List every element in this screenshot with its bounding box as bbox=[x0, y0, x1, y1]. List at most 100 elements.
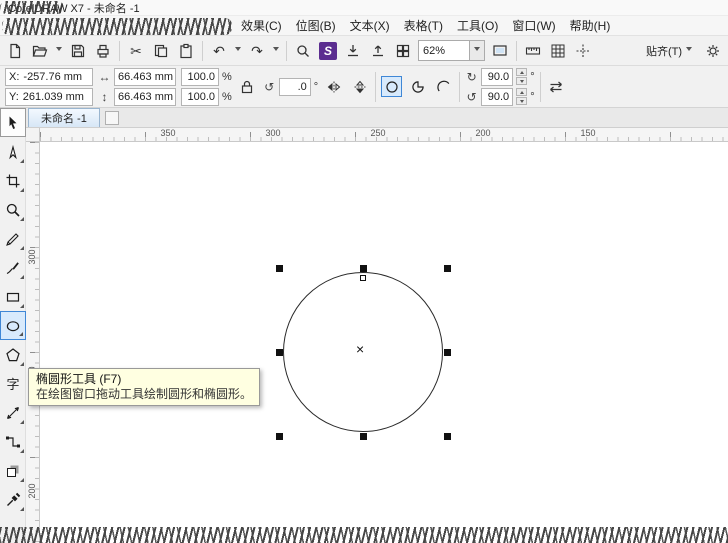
menu-bitmaps[interactable]: 位图(B) bbox=[289, 14, 343, 37]
tool-ellipse-button[interactable] bbox=[0, 311, 26, 340]
open-dropdown-arrow-icon[interactable] bbox=[53, 39, 65, 63]
search-icon bbox=[295, 43, 311, 59]
drawing-canvas[interactable]: × bbox=[40, 142, 728, 543]
print-button[interactable] bbox=[91, 39, 115, 63]
menu-effects[interactable]: 效果(C) bbox=[234, 14, 289, 37]
selection-handle-top-right[interactable] bbox=[444, 265, 451, 272]
export-button[interactable] bbox=[366, 39, 390, 63]
ellipse-mode-button[interactable] bbox=[381, 76, 402, 97]
search-content-button[interactable] bbox=[291, 39, 315, 63]
redaction-scribble bbox=[2, 18, 232, 35]
copy-button[interactable] bbox=[149, 39, 173, 63]
pie-mode-button[interactable] bbox=[407, 76, 428, 97]
tool-crop-button[interactable] bbox=[0, 166, 26, 195]
tool-eyedropper-button[interactable] bbox=[0, 485, 26, 514]
selection-handle-middle-left[interactable] bbox=[276, 349, 283, 356]
standard-toolbar: ✂ ↶ ↷ S 62% bbox=[0, 36, 728, 66]
quick-customize-icon[interactable] bbox=[105, 111, 119, 125]
vertical-ruler[interactable]: 300 250 200 bbox=[26, 142, 40, 543]
x-label: X: bbox=[9, 71, 19, 83]
tool-polygon-button[interactable] bbox=[0, 340, 26, 369]
zoom-level-combo[interactable]: 62% bbox=[418, 40, 485, 61]
ruler-origin-corner[interactable] bbox=[26, 128, 40, 142]
menu-window[interactable]: 窗口(W) bbox=[505, 14, 562, 37]
scale-h-field[interactable]: 100.0 bbox=[181, 68, 219, 86]
start-angle-icon: ↻ bbox=[465, 70, 478, 84]
snap-to-button[interactable]: 贴齐(T) bbox=[638, 39, 700, 63]
start-angle-spinner[interactable] bbox=[516, 68, 527, 85]
selection-handle-middle-right[interactable] bbox=[444, 349, 451, 356]
object-y-field[interactable]: Y: 261.039 mm bbox=[5, 88, 93, 106]
paste-button[interactable] bbox=[174, 39, 198, 63]
end-angle-field[interactable]: 90.0 bbox=[481, 88, 513, 106]
redo-button[interactable]: ↷ bbox=[245, 39, 269, 63]
import-button[interactable] bbox=[341, 39, 365, 63]
app-grid-button[interactable] bbox=[391, 39, 415, 63]
undo-dropdown-arrow-icon[interactable] bbox=[232, 39, 244, 63]
spinner-down-icon bbox=[520, 80, 524, 85]
lock-icon bbox=[239, 79, 255, 95]
object-height-field[interactable]: 66.463 mm bbox=[114, 88, 176, 106]
arc-mode-button[interactable] bbox=[433, 76, 454, 97]
tool-zoom-button[interactable] bbox=[0, 195, 26, 224]
show-grid-button[interactable] bbox=[546, 39, 570, 63]
tool-connector-button[interactable] bbox=[0, 427, 26, 456]
change-direction-button[interactable] bbox=[546, 76, 567, 97]
ellipse-node[interactable] bbox=[360, 275, 366, 281]
arc-mode-icon bbox=[436, 79, 452, 95]
zoom-dropdown-arrow-icon[interactable] bbox=[470, 40, 485, 61]
cut-button[interactable]: ✂ bbox=[124, 39, 148, 63]
tool-text-button[interactable]: 字 bbox=[0, 369, 26, 398]
show-rulers-button[interactable] bbox=[521, 39, 545, 63]
selection-handle-bottom-right[interactable] bbox=[444, 433, 451, 440]
tool-dimension-button[interactable] bbox=[0, 398, 26, 427]
mirror-horizontal-button[interactable] bbox=[323, 76, 344, 97]
start-angle-field[interactable]: 90.0 bbox=[481, 68, 513, 86]
drop-shadow-tool-icon bbox=[5, 463, 21, 479]
tool-drop-shadow-button[interactable] bbox=[0, 456, 26, 485]
menu-table[interactable]: 表格(T) bbox=[397, 14, 450, 37]
fullscreen-preview-button[interactable] bbox=[488, 39, 512, 63]
open-folder-icon bbox=[32, 43, 48, 59]
pie-mode-icon bbox=[410, 79, 426, 95]
save-button[interactable] bbox=[66, 39, 90, 63]
end-angle-spinner[interactable] bbox=[516, 88, 527, 105]
horizontal-ruler[interactable]: 350 300 250 200 150 bbox=[40, 128, 728, 142]
menu-help[interactable]: 帮助(H) bbox=[563, 14, 618, 37]
undo-button[interactable]: ↶ bbox=[207, 39, 231, 63]
menu-tools[interactable]: 工具(O) bbox=[450, 14, 505, 37]
scale-v-field[interactable]: 100.0 bbox=[181, 88, 219, 106]
object-width-field[interactable]: 66.463 mm bbox=[114, 68, 176, 86]
scissors-icon: ✂ bbox=[130, 44, 142, 58]
tool-pick-button[interactable] bbox=[0, 108, 26, 137]
new-document-button[interactable] bbox=[3, 39, 27, 63]
open-document-button[interactable] bbox=[28, 39, 52, 63]
tool-rectangle-button[interactable] bbox=[0, 282, 26, 311]
selection-handle-bottom-middle[interactable] bbox=[360, 433, 367, 440]
tool-shape-button[interactable] bbox=[0, 137, 26, 166]
tooltip-body: 在绘图窗口拖动工具绘制圆形和椭圆形。 bbox=[36, 387, 252, 402]
document-tab[interactable]: 未命名 -1 bbox=[28, 108, 100, 127]
lock-ratio-button[interactable] bbox=[237, 76, 258, 97]
selection-handle-bottom-left[interactable] bbox=[276, 433, 283, 440]
polygon-tool-icon bbox=[5, 347, 21, 363]
selection-handle-top-middle[interactable] bbox=[360, 265, 367, 272]
application-launcher-button[interactable]: S bbox=[316, 39, 340, 63]
rotation-angle-field[interactable]: .0 bbox=[279, 78, 311, 96]
options-button[interactable] bbox=[701, 39, 725, 63]
mirror-vertical-button[interactable] bbox=[349, 76, 370, 97]
propbar-separator bbox=[540, 72, 541, 102]
spinner-down-icon bbox=[520, 100, 524, 105]
spinner-up-icon bbox=[520, 89, 524, 94]
zoom-level-value[interactable]: 62% bbox=[418, 40, 470, 61]
object-x-field[interactable]: X: -257.76 mm bbox=[5, 68, 93, 86]
rotation-group: ↺ .0 ° bbox=[263, 78, 318, 96]
redo-dropdown-arrow-icon[interactable] bbox=[270, 39, 282, 63]
text-tool-icon: 字 bbox=[6, 374, 19, 393]
menu-text[interactable]: 文本(X) bbox=[343, 14, 397, 37]
selection-handle-top-left[interactable] bbox=[276, 265, 283, 272]
tool-artistic-media-button[interactable] bbox=[0, 253, 26, 282]
zoom-tool-icon bbox=[5, 202, 21, 218]
tool-freehand-button[interactable] bbox=[0, 224, 26, 253]
show-guidelines-button[interactable] bbox=[571, 39, 595, 63]
